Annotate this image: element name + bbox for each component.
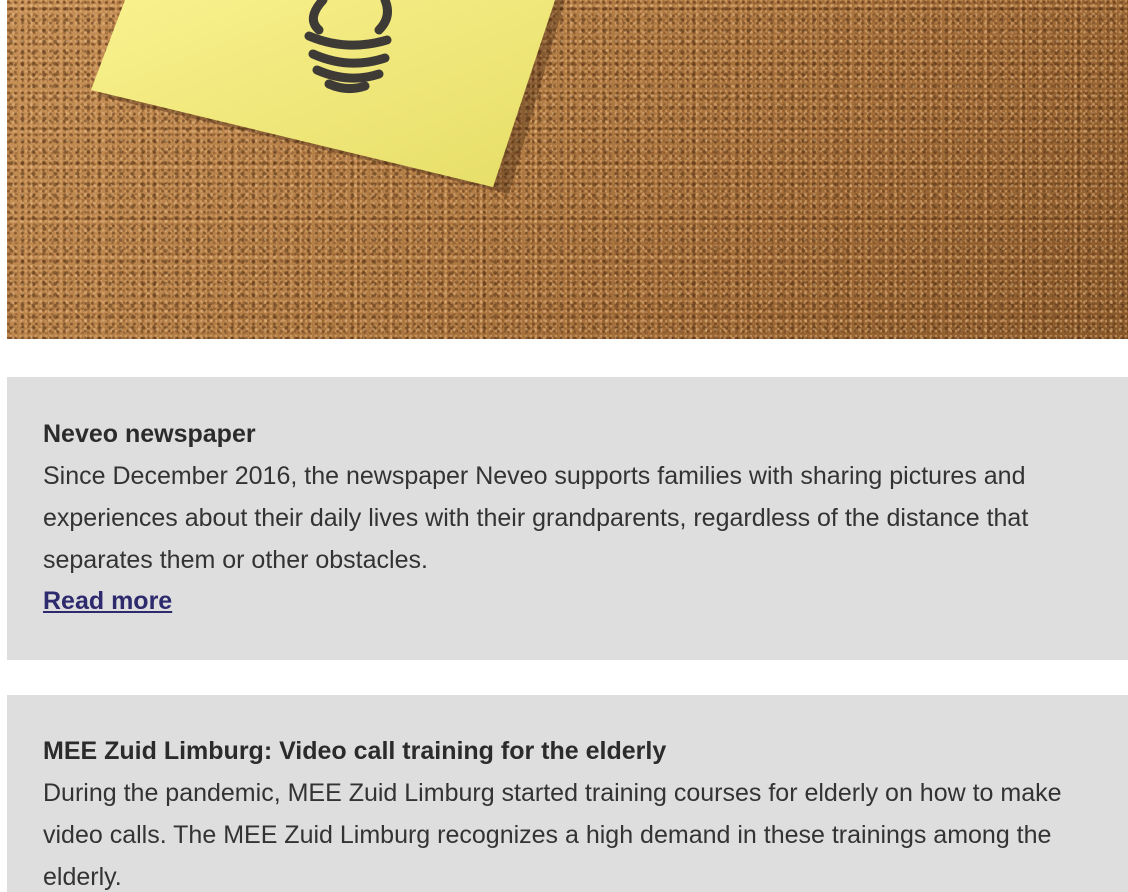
read-more-link[interactable]: Read more — [43, 581, 172, 621]
card-title: MEE Zuid Limburg: Video call training fo… — [43, 737, 667, 765]
card-title: Neveo newspaper — [43, 420, 256, 448]
card-description: During the pandemic, MEE Zuid Limburg st… — [43, 779, 1062, 891]
news-card: MEE Zuid Limburg: Video call training fo… — [7, 695, 1128, 892]
hero-image — [7, 0, 1128, 339]
sticky-note-illustration — [91, 0, 565, 194]
card-description: Since December 2016, the newspaper Neveo… — [43, 462, 1029, 574]
page: Neveo newspaper Since December 2016, the… — [0, 0, 1128, 892]
news-card: Neveo newspaper Since December 2016, the… — [7, 377, 1128, 660]
